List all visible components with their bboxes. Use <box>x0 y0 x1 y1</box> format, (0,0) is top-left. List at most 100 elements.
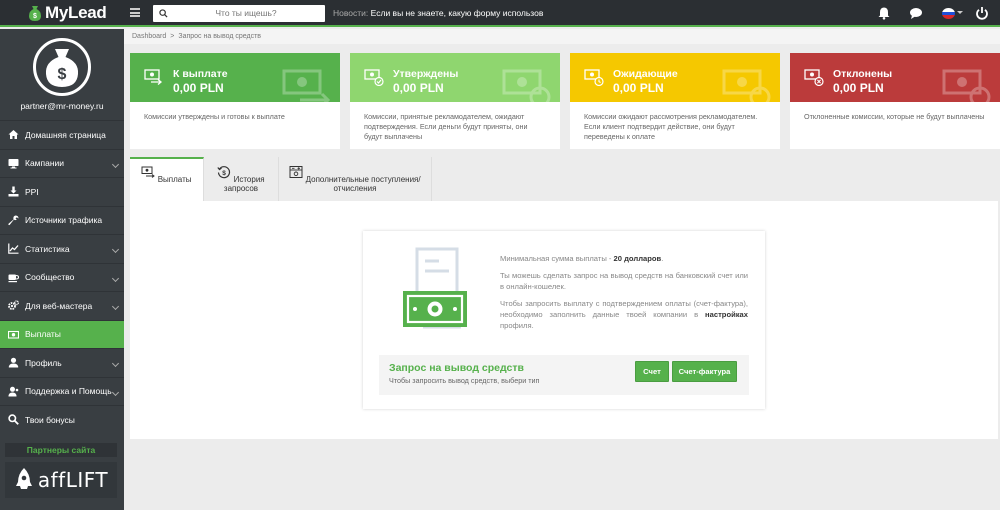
vat-invoice-button[interactable]: Счет-фактура <box>672 361 737 382</box>
mylead-logo[interactable]: $ MyLead <box>28 3 107 23</box>
sidebar-item-profile[interactable]: Профиль <box>0 348 124 377</box>
breadcrumb-root[interactable]: Dashboard <box>132 33 166 40</box>
tab-payouts[interactable]: Выплаты <box>130 157 204 201</box>
sidebar-item-bonuses[interactable]: Твои бонусы <box>0 405 124 434</box>
money-check-icon <box>364 69 384 86</box>
breadcrumb-separator: > <box>170 33 175 40</box>
tab-bar: Выплаты $ История запросов Дополнительны… <box>130 157 432 201</box>
card-amount: 0,00 PLN <box>173 81 224 95</box>
card-header: Ожидающие 0,00 PLN <box>570 53 780 102</box>
chart-icon <box>8 243 19 255</box>
avatar[interactable]: $ <box>33 38 91 96</box>
news-ticker[interactable]: Новости: Если вы не знаете, какую форму … <box>333 8 543 18</box>
logo-text: MyLead <box>45 3 107 22</box>
rocket-icon <box>15 468 32 489</box>
sidebar-item-label: Выплаты <box>25 329 61 340</box>
money-transfer-icon <box>144 69 163 85</box>
request-subtitle: Чтобы запросить вывод средств, выбери ти… <box>389 376 540 385</box>
top-bar: $ MyLead Новости: Если вы не знаете, как… <box>0 0 1000 27</box>
chevron-down-icon[interactable] <box>957 11 963 14</box>
sidebar-item-community[interactable]: Сообщество <box>0 262 124 292</box>
search-input[interactable] <box>171 5 321 20</box>
sidebar-item-label: PPI <box>25 186 39 197</box>
bell-icon[interactable] <box>877 6 891 20</box>
svg-text:$: $ <box>223 170 227 177</box>
card-header: Отклонены 0,00 PLN <box>790 53 1000 102</box>
card-pending: Ожидающие 0,00 PLN Комиссии ожидают расс… <box>570 53 780 149</box>
user-email[interactable]: partner@mr-money.ru <box>0 101 124 111</box>
sidebar-item-label: Источники трафика <box>25 215 103 226</box>
sidebar-item-payouts[interactable]: Выплаты <box>0 319 124 348</box>
chevron-down-icon <box>111 359 120 368</box>
sidebar-item-traffic-sources[interactable]: Источники трафика <box>0 205 124 235</box>
chevron-down-icon <box>111 302 120 311</box>
adjustments-icon <box>289 166 303 178</box>
payout-methods-text: Ты можешь сделать запрос на вывод средст… <box>500 271 748 291</box>
coffee-icon <box>8 274 19 282</box>
money-bag-avatar-icon: $ <box>45 49 79 87</box>
invoice-requirement-text: Чтобы запросить выплату с подтверждением… <box>500 299 748 330</box>
money-bag-logo-icon: $ <box>29 6 41 21</box>
tab-request-history[interactable]: $ История запросов <box>204 157 279 201</box>
monitor-icon <box>8 158 19 169</box>
sidebar-item-label: Домашняя страница <box>25 129 106 140</box>
sidebar: $ partner@mr-money.ru Домашняя страница … <box>0 29 124 510</box>
partners-heading: Партнеры сайта <box>5 443 117 457</box>
payout-icon <box>141 166 156 178</box>
tab-additional-adjustments[interactable]: Дополнительные поступления/отчисления <box>279 157 432 201</box>
card-description: Комиссии, принятые рекламодателем, ожида… <box>364 112 528 141</box>
language-flag-icon[interactable] <box>942 8 955 19</box>
card-to-pay: К выплате 0,00 PLN Комиссии утверждены и… <box>130 53 340 149</box>
payout-info: Минимальная сумма выплаты - 20 долларов.… <box>500 253 748 337</box>
card-amount: 0,00 PLN <box>393 81 444 95</box>
card-description: Отклоненные комиссии, которые не будут в… <box>804 112 985 121</box>
sidebar-item-ppi[interactable]: PPI <box>0 177 124 206</box>
card-description: Комиссии утверждены и готовы к выплате <box>144 112 285 121</box>
search-icon <box>159 9 168 18</box>
sidebar-item-webmaster[interactable]: Для веб-мастера <box>0 291 124 320</box>
card-approved: Утверждены 0,00 PLN Комиссии, принятые р… <box>350 53 560 149</box>
chat-icon[interactable] <box>909 6 923 20</box>
withdrawal-request-bar: Запрос на вывод средств Чтобы запросить … <box>379 355 749 395</box>
min-amount-text: Минимальная сумма выплаты - 20 долларов. <box>500 254 664 263</box>
sidebar-item-label: Для веб-мастера <box>25 300 93 311</box>
history-icon: $ <box>217 166 231 179</box>
card-header: Утверждены 0,00 PLN <box>350 53 560 102</box>
wrench-icon <box>8 215 19 225</box>
sidebar-item-label: Твои бонусы <box>25 414 75 425</box>
svg-text:$: $ <box>58 66 67 83</box>
invoice-button[interactable]: Счет <box>635 361 669 382</box>
tab-label: Дополнительные поступления/отчисления <box>305 175 421 193</box>
power-icon[interactable] <box>975 6 989 20</box>
card-title: Отклонены <box>833 68 893 80</box>
breadcrumb-current: Запрос на вывод средств <box>178 33 261 40</box>
money-watermark-icon <box>722 69 771 102</box>
money-watermark-icon <box>282 69 331 102</box>
home-icon <box>8 130 19 140</box>
menu-toggle-icon[interactable] <box>130 8 140 17</box>
sidebar-item-support[interactable]: Поддержка и Помощь <box>0 376 124 406</box>
partner-logo-afflift[interactable]: affLIFT <box>5 462 117 498</box>
chevron-down-icon <box>111 388 120 396</box>
sidebar-item-label: Профиль <box>25 357 62 368</box>
card-amount: 0,00 PLN <box>613 81 664 95</box>
chevron-down-icon <box>111 245 120 254</box>
tab-bar-background <box>432 157 998 201</box>
money-watermark-icon <box>942 69 991 102</box>
card-title: К выплате <box>173 68 228 80</box>
sidebar-item-label: Кампании <box>25 158 65 169</box>
sidebar-item-campaigns[interactable]: Кампании <box>0 148 124 178</box>
card-title: Ожидающие <box>613 68 678 80</box>
sidebar-item-statistics[interactable]: Статистика <box>0 234 124 263</box>
money-icon <box>8 330 19 339</box>
partner-logo-text: affLIFT <box>37 468 109 492</box>
sidebar-item-label: Сообщество <box>25 272 75 283</box>
svg-text:$: $ <box>33 13 37 20</box>
user-icon <box>8 357 19 368</box>
chevron-down-icon <box>111 274 120 282</box>
settings-link[interactable]: настройках <box>705 310 748 319</box>
tab-label: Выплаты <box>157 175 192 184</box>
sidebar-nav: Домашняя страница Кампании PPI Источники… <box>0 120 124 434</box>
sidebar-item-home[interactable]: Домашняя страница <box>0 120 124 149</box>
search-icon <box>8 414 19 426</box>
